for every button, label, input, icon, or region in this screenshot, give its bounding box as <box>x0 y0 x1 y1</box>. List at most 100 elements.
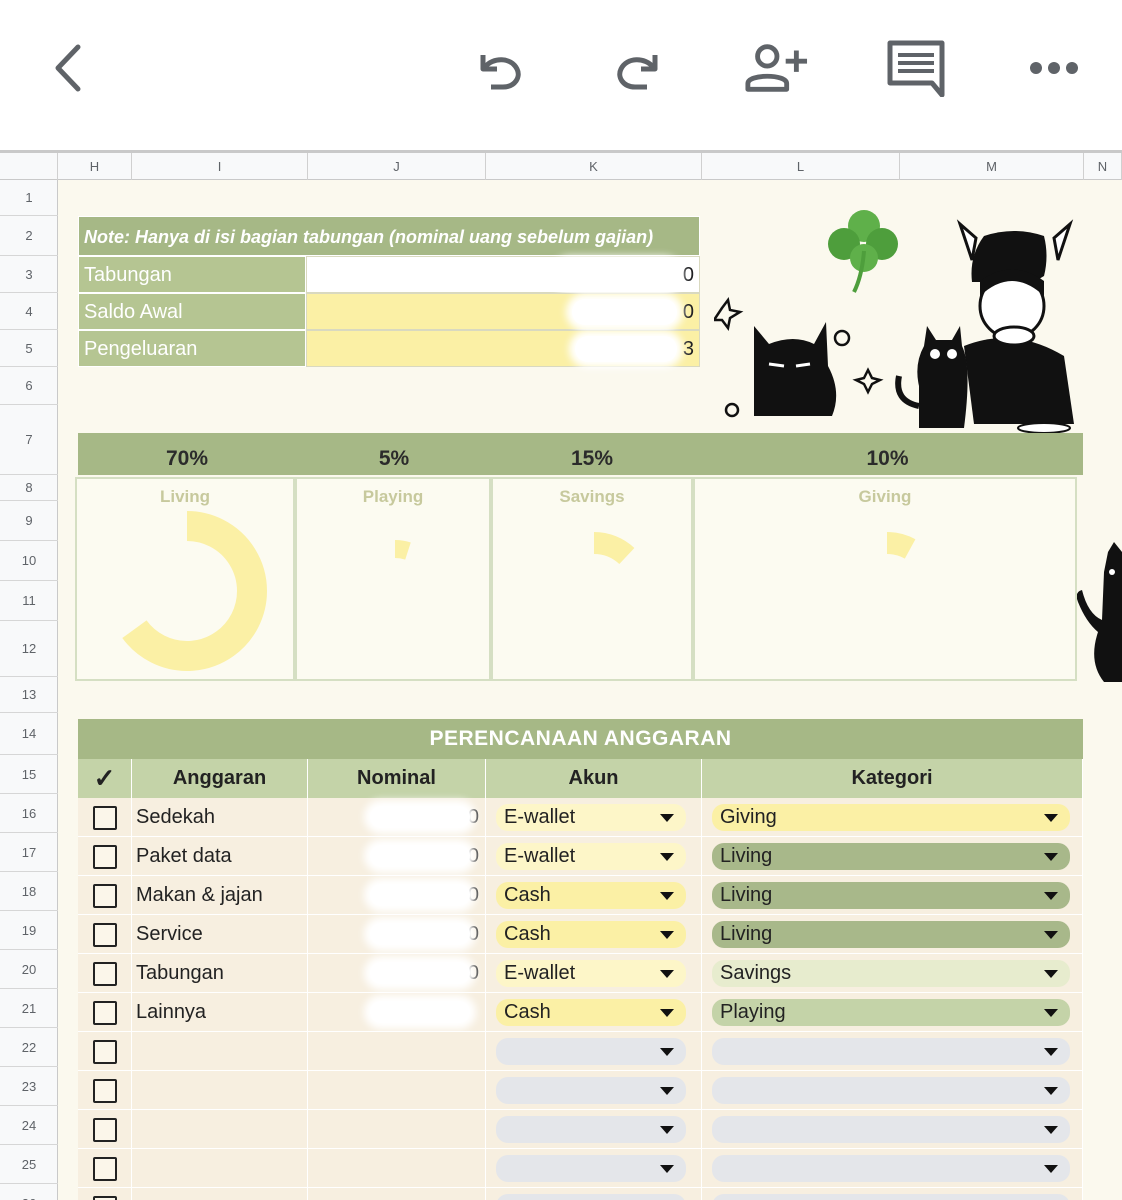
row-number[interactable]: 15 <box>0 755 58 794</box>
row-number[interactable]: 14 <box>0 713 58 755</box>
row-number[interactable]: 22 <box>0 1028 58 1067</box>
anggaran-cell[interactable] <box>132 1149 308 1188</box>
kategori-dropdown[interactable]: Living <box>712 843 1070 870</box>
anggaran-cell[interactable]: Makan & jajan <box>132 876 308 915</box>
row-number[interactable]: 13 <box>0 677 58 713</box>
nominal-cell[interactable] <box>308 1071 486 1110</box>
nominal-cell[interactable]: 0 <box>308 954 486 993</box>
row-number[interactable]: 21 <box>0 989 58 1028</box>
nominal-cell[interactable]: 0 <box>308 798 486 837</box>
row-number[interactable]: 26 <box>0 1184 58 1200</box>
row-number[interactable]: 2 <box>0 216 58 256</box>
anggaran-cell[interactable]: Lainnya <box>132 993 308 1032</box>
anggaran-cell[interactable] <box>132 1188 308 1200</box>
donut-chart-savings[interactable]: Savings <box>491 477 693 681</box>
nominal-cell[interactable] <box>308 1188 486 1200</box>
row-number[interactable]: 3 <box>0 256 58 293</box>
column-header[interactable]: N <box>1084 153 1122 180</box>
anggaran-cell[interactable] <box>132 1032 308 1071</box>
kategori-dropdown[interactable] <box>712 1077 1070 1104</box>
redo-button[interactable] <box>606 36 670 100</box>
share-button[interactable] <box>744 36 808 100</box>
back-button[interactable] <box>36 36 100 100</box>
row-number[interactable]: 7 <box>0 405 58 475</box>
row-number[interactable]: 10 <box>0 541 58 581</box>
nominal-cell[interactable] <box>308 1110 486 1149</box>
nominal-cell[interactable]: 0 <box>308 876 486 915</box>
row-number[interactable]: 16 <box>0 794 58 833</box>
row-checkbox[interactable] <box>93 806 117 830</box>
akun-dropdown[interactable]: E-wallet <box>496 960 686 987</box>
row-number[interactable]: 11 <box>0 581 58 621</box>
kategori-dropdown[interactable]: Giving <box>712 804 1070 831</box>
row-number[interactable]: 17 <box>0 833 58 872</box>
anggaran-cell[interactable]: Tabungan <box>132 954 308 993</box>
kategori-dropdown[interactable]: Playing <box>712 999 1070 1026</box>
akun-dropdown[interactable] <box>496 1194 686 1200</box>
kategori-dropdown[interactable] <box>712 1194 1070 1200</box>
row-number[interactable]: 19 <box>0 911 58 950</box>
row-checkbox[interactable] <box>93 1157 117 1181</box>
row-checkbox[interactable] <box>93 1196 117 1200</box>
kategori-dropdown[interactable] <box>712 1116 1070 1143</box>
nominal-cell[interactable] <box>308 1032 486 1071</box>
anggaran-cell[interactable] <box>132 1071 308 1110</box>
column-header[interactable]: M <box>900 153 1084 180</box>
akun-dropdown[interactable]: Cash <box>496 999 686 1026</box>
column-header[interactable]: J <box>308 153 486 180</box>
row-checkbox[interactable] <box>93 1040 117 1064</box>
anggaran-cell[interactable]: Sedekah <box>132 798 308 837</box>
row-number[interactable]: 6 <box>0 367 58 405</box>
row-checkbox[interactable] <box>93 962 117 986</box>
row-number[interactable]: 8 <box>0 475 58 501</box>
kategori-dropdown[interactable] <box>712 1038 1070 1065</box>
nominal-cell[interactable] <box>308 1149 486 1188</box>
akun-dropdown[interactable] <box>496 1038 686 1065</box>
row-number[interactable]: 4 <box>0 293 58 330</box>
more-button[interactable] <box>1022 36 1086 100</box>
anggaran-cell[interactable]: Service <box>132 915 308 954</box>
akun-dropdown[interactable] <box>496 1155 686 1182</box>
row-number[interactable]: 18 <box>0 872 58 911</box>
row-checkbox[interactable] <box>93 845 117 869</box>
nominal-cell[interactable]: 0 <box>308 837 486 876</box>
column-header[interactable]: L <box>702 153 900 180</box>
akun-dropdown[interactable] <box>496 1116 686 1143</box>
anggaran-cell[interactable]: Paket data <box>132 837 308 876</box>
row-number[interactable]: 23 <box>0 1067 58 1106</box>
column-header[interactable]: I <box>132 153 308 180</box>
row-number[interactable]: 12 <box>0 621 58 677</box>
row-checkbox[interactable] <box>93 923 117 947</box>
row-number[interactable]: 1 <box>0 180 58 216</box>
akun-dropdown[interactable]: Cash <box>496 882 686 909</box>
comments-button[interactable] <box>884 36 948 100</box>
row-number[interactable]: 20 <box>0 950 58 989</box>
column-header[interactable]: H <box>58 153 132 180</box>
nominal-cell[interactable] <box>308 993 486 1032</box>
summary-value-saldo-awal[interactable]: 0 <box>306 293 700 330</box>
donut-chart-playing[interactable]: Playing <box>295 477 491 681</box>
anggaran-cell[interactable] <box>132 1110 308 1149</box>
donut-chart-living[interactable]: Living <box>75 477 295 681</box>
kategori-dropdown[interactable] <box>712 1155 1070 1182</box>
kategori-dropdown[interactable]: Living <box>712 882 1070 909</box>
column-header[interactable]: K <box>486 153 702 180</box>
akun-dropdown[interactable]: Cash <box>496 921 686 948</box>
akun-dropdown[interactable]: E-wallet <box>496 843 686 870</box>
kategori-dropdown[interactable]: Living <box>712 921 1070 948</box>
kategori-dropdown[interactable]: Savings <box>712 960 1070 987</box>
summary-value-tabungan[interactable]: 0 <box>306 256 700 293</box>
undo-button[interactable] <box>468 36 532 100</box>
row-number[interactable]: 25 <box>0 1145 58 1184</box>
donut-chart-giving[interactable]: Giving <box>693 477 1077 681</box>
row-checkbox[interactable] <box>93 1079 117 1103</box>
summary-value-pengeluaran[interactable]: 3 <box>306 330 700 367</box>
sheet-canvas[interactable]: Note: Hanya di isi bagian tabungan (nomi… <box>58 180 1122 1200</box>
akun-dropdown[interactable]: E-wallet <box>496 804 686 831</box>
nominal-cell[interactable]: 0 <box>308 915 486 954</box>
akun-dropdown[interactable] <box>496 1077 686 1104</box>
row-number[interactable]: 24 <box>0 1106 58 1145</box>
row-checkbox[interactable] <box>93 884 117 908</box>
row-checkbox[interactable] <box>93 1001 117 1025</box>
select-all-corner[interactable] <box>0 153 58 180</box>
